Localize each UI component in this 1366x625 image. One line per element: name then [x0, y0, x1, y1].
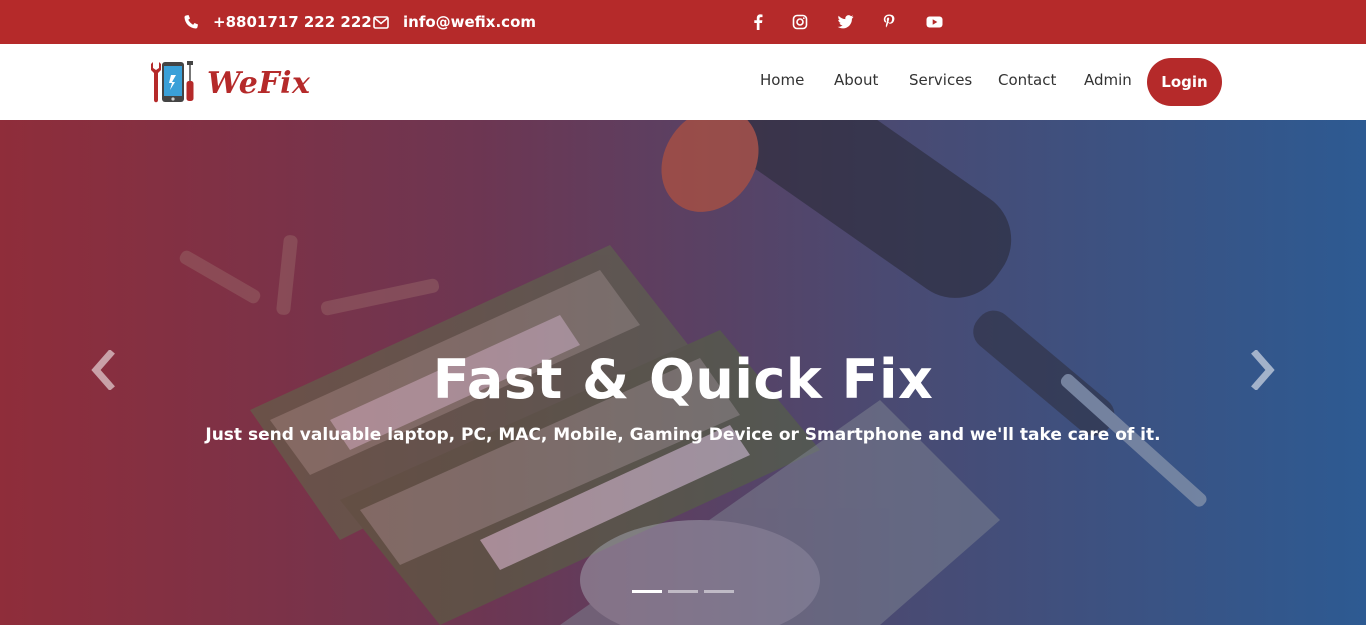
carousel-indicator-1[interactable] — [632, 590, 662, 593]
pinterest-link[interactable] — [878, 0, 900, 44]
nav-admin[interactable]: Admin — [1084, 71, 1132, 89]
pinterest-icon — [883, 14, 895, 28]
email-contact[interactable]: info@wefix.com — [373, 0, 536, 44]
phone-contact[interactable]: +8801717 222 222 — [183, 0, 372, 44]
facebook-icon — [754, 14, 763, 30]
email-address: info@wefix.com — [403, 13, 537, 31]
brand-name: WeFix — [207, 65, 311, 101]
hero-subtitle: Just send valuable laptop, PC, MAC, Mobi… — [205, 425, 1161, 445]
facebook-link[interactable] — [747, 0, 769, 44]
carousel-indicators — [632, 590, 740, 593]
hero-carousel: Fast & Quick Fix Just send valuable lapt… — [0, 120, 1366, 625]
instagram-link[interactable] — [789, 0, 811, 44]
login-button[interactable]: Login — [1147, 58, 1222, 106]
nav-about[interactable]: About — [834, 71, 878, 89]
nav-home[interactable]: Home — [760, 71, 804, 89]
brand-logo[interactable]: WeFix — [149, 58, 310, 108]
phone-number: +8801717 222 222 — [213, 13, 372, 31]
hero-title: Fast & Quick Fix — [432, 348, 934, 411]
nav-contact[interactable]: Contact — [998, 71, 1056, 89]
twitter-icon — [837, 15, 853, 29]
top-contact-bar: +8801717 222 222 info@wefix.com — [0, 0, 1366, 44]
wefix-logo-icon — [151, 61, 194, 103]
twitter-link[interactable] — [834, 0, 856, 44]
nav-services[interactable]: Services — [909, 71, 972, 89]
instagram-icon — [792, 14, 808, 30]
main-navbar: WeFix Home About Services Contact Admin … — [0, 44, 1366, 120]
carousel-indicator-3[interactable] — [704, 590, 734, 593]
youtube-link[interactable] — [923, 0, 945, 44]
carousel-indicator-2[interactable] — [668, 590, 698, 593]
phone-icon — [184, 15, 198, 29]
envelope-icon — [373, 15, 389, 29]
youtube-icon — [926, 16, 942, 28]
